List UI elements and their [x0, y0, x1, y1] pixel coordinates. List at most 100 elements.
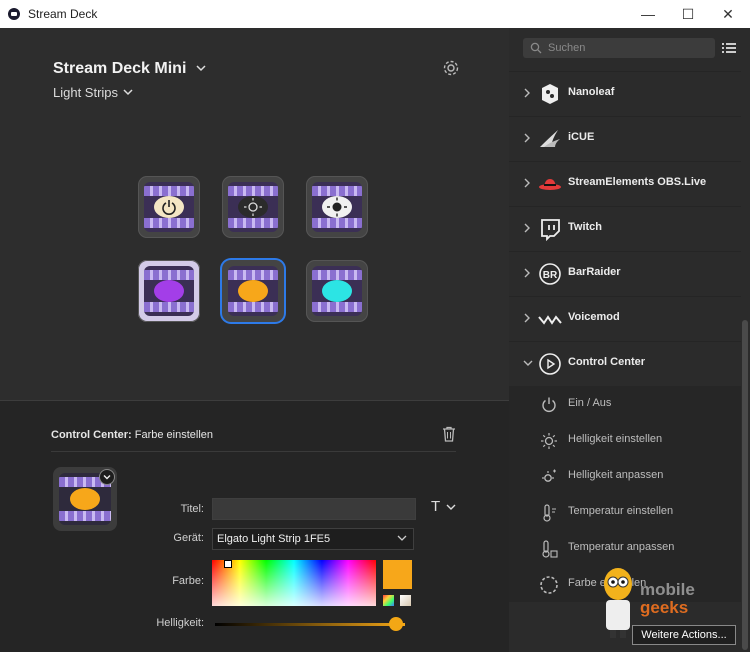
close-button[interactable]: ✕ — [708, 0, 748, 28]
sun-icon — [541, 433, 557, 449]
color-preset-icon[interactable] — [400, 595, 411, 606]
property-inspector: Control Center: Farbe einstellen Titel: … — [0, 401, 509, 652]
search-placeholder: Suchen — [548, 42, 586, 54]
key-brightness-down[interactable] — [222, 176, 284, 238]
action-temperatur-einstellen[interactable]: Temperatur einstellen — [509, 494, 741, 530]
nanoleaf-icon — [542, 84, 558, 104]
action-name: Farbe einstellen — [134, 429, 214, 441]
key-color-orange[interactable] — [222, 260, 284, 322]
chevron-down-icon — [523, 360, 533, 366]
device-name[interactable]: Stream Deck Mini — [53, 60, 186, 78]
device-canvas: Stream Deck Mini Light Strips — [0, 28, 509, 400]
category-label: StreamElements OBS.Live — [568, 176, 707, 188]
action-label: Temperatur einstellen — [568, 505, 674, 517]
watermark-text: geeks — [640, 598, 689, 617]
category-icue[interactable]: iCUE — [509, 116, 741, 161]
device-select-value: Elgato Light Strip 1FE5 — [217, 533, 331, 545]
action-title: Control Center: Farbe einstellen — [51, 429, 213, 441]
power-icon — [542, 397, 556, 412]
category-twitch[interactable]: Twitch — [509, 206, 741, 251]
svg-text:BR: BR — [543, 270, 558, 281]
color-palette-icon[interactable] — [383, 595, 394, 606]
separator — [51, 451, 456, 452]
watermark-text: mobile — [640, 580, 695, 599]
brightness-slider-handle[interactable] — [388, 617, 403, 631]
sidebar-scrollbar-thumb[interactable] — [742, 320, 748, 650]
category-label: Voicemod — [568, 311, 620, 323]
action-label: Ein / Aus — [568, 397, 612, 409]
action-label: Helligkeit anpassen — [568, 469, 664, 481]
brightness-slider[interactable] — [215, 623, 405, 626]
category-nanoleaf[interactable]: Nanoleaf — [509, 71, 741, 116]
more-actions-button[interactable]: Weitere Actions... — [632, 625, 736, 645]
thermometer-adjust-icon — [542, 540, 558, 558]
color-swatch[interactable] — [383, 560, 412, 589]
search-icon — [530, 42, 542, 54]
color-picker[interactable] — [212, 560, 376, 606]
twitch-icon — [541, 219, 560, 241]
chevron-right-icon — [524, 268, 530, 278]
key-preview[interactable] — [53, 467, 117, 531]
color-picker-handle[interactable] — [224, 560, 232, 568]
category-label: iCUE — [568, 131, 595, 143]
sun-large-icon — [322, 196, 352, 218]
sun-small-icon — [238, 196, 268, 218]
device-label: Gerät: — [173, 532, 204, 544]
category-barraider[interactable]: BR BarRaider — [509, 251, 741, 296]
chevron-down-icon — [446, 504, 456, 510]
action-helligkeit-anpassen[interactable]: Helligkeit anpassen — [509, 458, 741, 494]
category-label: Nanoleaf — [568, 86, 615, 98]
action-temperatur-anpassen[interactable]: Temperatur anpassen — [509, 530, 741, 566]
actions-sidebar: Suchen Nanoleaf iCUE StreamElements OBS.… — [509, 28, 750, 652]
window-title: Stream Deck — [28, 7, 98, 21]
list-view-icon[interactable] — [722, 42, 736, 54]
category-voicemod[interactable]: Voicemod — [509, 296, 741, 341]
category-streamelements[interactable]: StreamElements OBS.Live — [509, 161, 741, 206]
key-brightness-up[interactable] — [306, 176, 368, 238]
barraider-icon: BR — [539, 263, 561, 285]
chevron-down-icon[interactable] — [122, 86, 134, 98]
chevron-down-icon[interactable] — [99, 469, 115, 485]
preview-color-blob — [70, 488, 100, 510]
chevron-right-icon — [524, 88, 530, 98]
trash-icon[interactable] — [442, 426, 456, 442]
device-select[interactable]: Elgato Light Strip 1FE5 — [212, 528, 414, 550]
gear-icon[interactable] — [442, 59, 460, 77]
control-center-icon — [539, 353, 561, 375]
color-wheel-icon — [540, 576, 558, 594]
search-input[interactable]: Suchen — [523, 38, 715, 58]
action-ein-aus[interactable]: Ein / Aus — [509, 386, 741, 422]
main-area: Stream Deck Mini Light Strips Control Ce… — [0, 28, 509, 652]
minimize-button[interactable]: — — [628, 0, 668, 28]
window-titlebar: Stream Deck — ☐ ✕ — [0, 0, 750, 29]
chevron-right-icon — [524, 178, 530, 188]
key-color-purple[interactable] — [138, 260, 200, 322]
title-input[interactable] — [212, 498, 416, 520]
streamelements-hat-icon — [539, 179, 561, 190]
key-color-cyan[interactable] — [306, 260, 368, 322]
category-label: BarRaider — [568, 266, 621, 278]
chevron-right-icon — [524, 133, 530, 143]
text-format-icon: T — [431, 498, 440, 515]
voicemod-icon — [538, 315, 562, 325]
thermometer-icon — [543, 504, 556, 522]
key-power[interactable] — [138, 176, 200, 238]
title-format-button[interactable]: T — [431, 498, 456, 515]
category-control-center[interactable]: Control Center — [509, 341, 741, 386]
sun-adjust-icon — [542, 469, 556, 482]
plugin-name: Control Center: — [51, 429, 132, 441]
corsair-sails-icon — [540, 130, 560, 147]
chevron-right-icon — [524, 313, 530, 323]
action-label: Helligkeit einstellen — [568, 433, 663, 445]
maximize-button[interactable]: ☐ — [668, 0, 708, 28]
title-label: Titel: — [180, 503, 204, 515]
actions-list: Nanoleaf iCUE StreamElements OBS.Live Tw… — [509, 71, 741, 602]
brightness-label: Helligkeit: — [156, 617, 204, 629]
chevron-down-icon[interactable] — [195, 62, 207, 74]
power-icon — [154, 196, 184, 218]
chevron-down-icon — [397, 535, 407, 541]
chevron-right-icon — [524, 223, 530, 233]
profile-name[interactable]: Light Strips — [53, 85, 118, 100]
action-helligkeit-einstellen[interactable]: Helligkeit einstellen — [509, 422, 741, 458]
color-label: Farbe: — [172, 575, 204, 587]
